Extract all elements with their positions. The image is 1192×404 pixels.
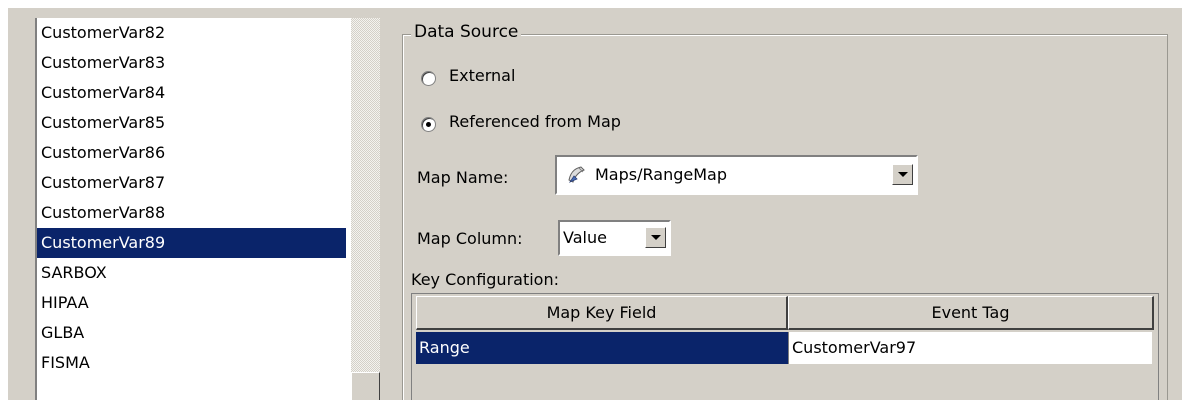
list-item[interactable]: CustomerVar84 (37, 78, 346, 108)
chevron-down-icon (898, 172, 908, 177)
map-name-value: Maps/RangeMap (595, 165, 727, 184)
list-item[interactable]: CustomerVar86 (37, 138, 346, 168)
list-item[interactable]: SARBOX (37, 258, 346, 288)
referenced-from-map-radio[interactable] (421, 117, 436, 132)
list-item[interactable]: CustomerVar82 (37, 18, 346, 48)
map-column-label: Map Column: (417, 229, 523, 248)
list-item[interactable]: HIPAA (37, 288, 346, 318)
map-column-value: Value (563, 228, 607, 247)
scrollbar-thumb[interactable] (351, 372, 380, 400)
key-configuration-label: Key Configuration: (411, 270, 559, 289)
key-configuration-grid[interactable]: Map Key Field Event Tag Range CustomerVa… (411, 293, 1159, 400)
referenced-from-map-label[interactable]: Referenced from Map (449, 112, 621, 131)
external-label[interactable]: External (449, 66, 515, 85)
tag-list[interactable]: CustomerVar82 CustomerVar83 CustomerVar8… (35, 18, 380, 400)
column-header-event-tag[interactable]: Event Tag (788, 296, 1154, 330)
list-item[interactable]: CustomerVar83 (37, 48, 346, 78)
list-item[interactable]: GLBA (37, 318, 346, 348)
data-source-legend: Data Source (411, 22, 522, 42)
list-item[interactable]: CustomerVar88 (37, 198, 346, 228)
list-scrollbar[interactable] (351, 18, 380, 400)
external-radio[interactable] (421, 71, 436, 86)
map-column-combo[interactable]: Value (558, 220, 671, 256)
cell-event-tag[interactable]: CustomerVar97 (788, 332, 1152, 364)
map-column-dropdown-button[interactable] (645, 227, 666, 248)
list-item[interactable]: CustomerVar85 (37, 108, 346, 138)
list-item-selected[interactable]: CustomerVar89 (37, 228, 346, 258)
column-header-map-key-field[interactable]: Map Key Field (416, 296, 788, 330)
list-item[interactable]: CustomerVar87 (37, 168, 346, 198)
map-file-icon (565, 164, 587, 186)
cell-map-key-field[interactable]: Range (416, 332, 788, 364)
radio-selected-dot (426, 122, 431, 127)
chevron-down-icon (651, 235, 661, 240)
map-name-combo[interactable]: Maps/RangeMap (555, 155, 918, 195)
window-frame: CustomerVar82 CustomerVar83 CustomerVar8… (8, 8, 1182, 400)
map-name-dropdown-button[interactable] (892, 164, 913, 185)
map-name-label: Map Name: (417, 168, 509, 187)
list-item[interactable]: FISMA (37, 348, 346, 378)
